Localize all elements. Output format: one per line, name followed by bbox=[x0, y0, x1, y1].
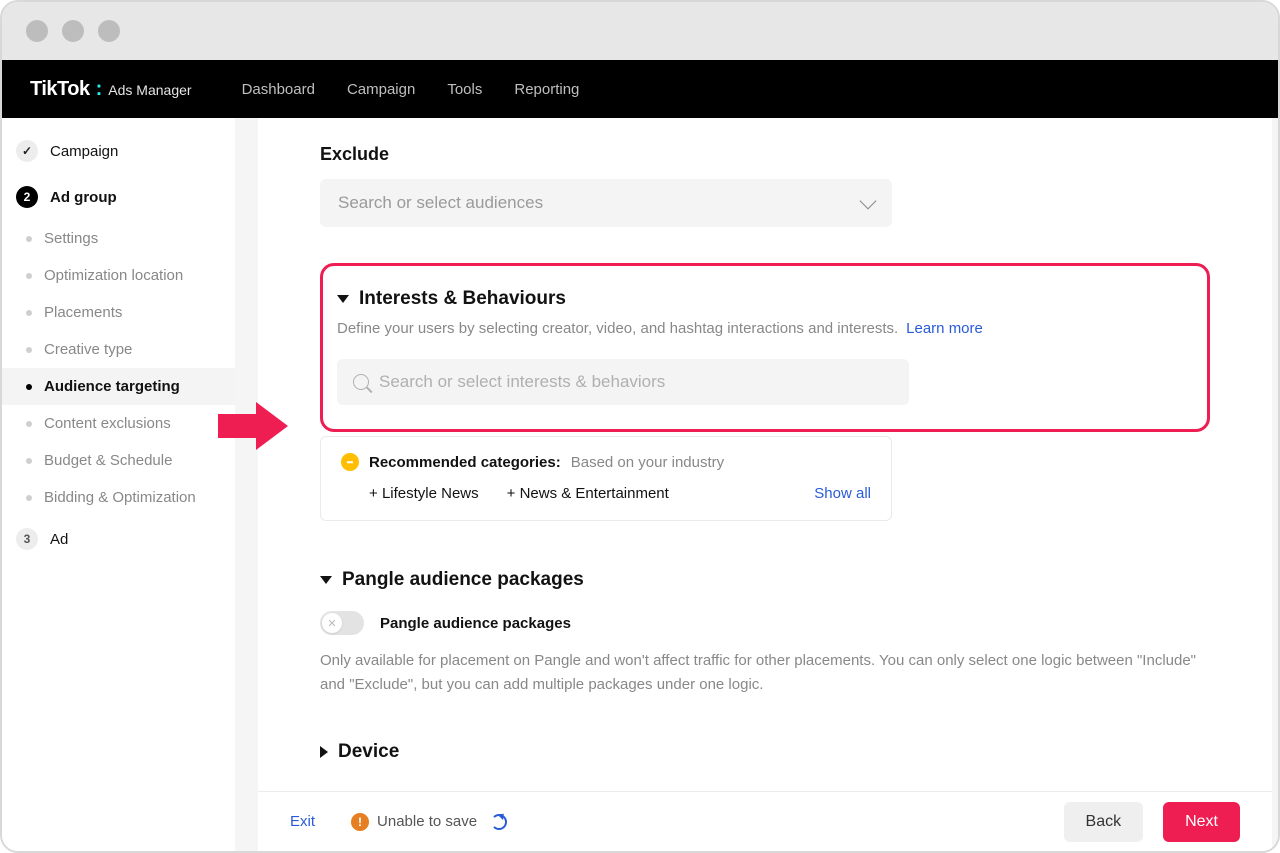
interests-search-input[interactable]: Search or select interests & behaviors bbox=[337, 359, 909, 405]
bullet-icon bbox=[26, 421, 32, 427]
logo-colon-icon: : bbox=[96, 78, 103, 101]
collapse-icon bbox=[337, 295, 349, 303]
nav-reporting[interactable]: Reporting bbox=[514, 81, 579, 98]
step-number-icon: 2 bbox=[16, 186, 38, 208]
sidebar-step-ad[interactable]: 3 Ad bbox=[2, 516, 235, 562]
sidebar-item-budget-schedule[interactable]: Budget & Schedule bbox=[2, 442, 235, 479]
sidebar-item-audience-targeting[interactable]: Audience targeting bbox=[2, 368, 235, 405]
nav-dashboard[interactable]: Dashboard bbox=[242, 81, 315, 98]
interests-hint: Define your users by selecting creator, … bbox=[337, 320, 898, 337]
sidebar-item-creative-type[interactable]: Creative type bbox=[2, 331, 235, 368]
bullet-icon bbox=[26, 310, 32, 316]
pangle-toggle-row: Pangle audience packages bbox=[320, 611, 1210, 635]
content-area: ✓ Campaign 2 Ad group Settings Optimizat… bbox=[2, 118, 1278, 851]
nav-campaign[interactable]: Campaign bbox=[347, 81, 415, 98]
sidebar-item-label: Creative type bbox=[44, 341, 132, 358]
logo[interactable]: TikTok : Ads Manager bbox=[30, 78, 192, 101]
sidebar-item-label: Audience targeting bbox=[44, 378, 180, 395]
sidebar-item-label: Budget & Schedule bbox=[44, 452, 172, 469]
bullet-icon bbox=[26, 273, 32, 279]
pangle-header[interactable]: Pangle audience packages bbox=[320, 569, 1210, 591]
sidebar-item-optimization-location[interactable]: Optimization location bbox=[2, 257, 235, 294]
category-chip-news-entertainment[interactable]: + News & Entertainment bbox=[507, 485, 669, 502]
sidebar-step-label: Campaign bbox=[50, 143, 118, 160]
category-chip-lifestyle-news[interactable]: + Lifestyle News bbox=[369, 485, 479, 502]
footer-bar: Exit ! Unable to save Back Next bbox=[258, 791, 1272, 851]
nav-tools[interactable]: Tools bbox=[447, 81, 482, 98]
status-text: Unable to save bbox=[377, 813, 477, 830]
bullet-icon bbox=[26, 236, 32, 242]
back-button[interactable]: Back bbox=[1064, 802, 1144, 842]
interests-header[interactable]: Interests & Behaviours bbox=[337, 288, 1189, 310]
next-button[interactable]: Next bbox=[1163, 802, 1240, 842]
browser-window: TikTok : Ads Manager Dashboard Campaign … bbox=[0, 0, 1280, 853]
interests-behaviours-section: Interests & Behaviours Define your users… bbox=[320, 263, 1210, 432]
pangle-toggle[interactable] bbox=[320, 611, 364, 635]
expand-icon bbox=[320, 746, 328, 758]
logo-brand: TikTok bbox=[30, 78, 90, 101]
browser-titlebar bbox=[2, 2, 1278, 60]
sidebar-item-bidding-optimization[interactable]: Bidding & Optimization bbox=[2, 479, 235, 516]
sidebar-step-label: Ad bbox=[50, 531, 68, 548]
logo-suffix: Ads Manager bbox=[108, 82, 191, 98]
search-placeholder: Search or select interests & behaviors bbox=[379, 372, 665, 392]
pangle-description: Only available for placement on Pangle a… bbox=[320, 649, 1210, 697]
refresh-icon[interactable] bbox=[491, 814, 507, 830]
lightbulb-icon bbox=[341, 453, 359, 471]
sidebar-item-label: Content exclusions bbox=[44, 415, 171, 432]
recommended-basis: Based on your industry bbox=[571, 454, 724, 471]
bullet-icon bbox=[26, 384, 32, 390]
warning-icon: ! bbox=[351, 813, 369, 831]
section-title: Interests & Behaviours bbox=[359, 288, 566, 310]
sidebar-item-settings[interactable]: Settings bbox=[2, 220, 235, 257]
pangle-toggle-label: Pangle audience packages bbox=[380, 615, 571, 632]
top-nav: TikTok : Ads Manager Dashboard Campaign … bbox=[2, 60, 1278, 118]
bullet-icon bbox=[26, 347, 32, 353]
main-panel: Exclude Search or select audiences Inter… bbox=[258, 118, 1272, 851]
exclude-label: Exclude bbox=[320, 144, 1210, 165]
bullet-icon bbox=[26, 458, 32, 464]
sidebar-item-label: Settings bbox=[44, 230, 98, 247]
sidebar-item-content-exclusions[interactable]: Content exclusions bbox=[2, 405, 235, 442]
sidebar-item-label: Optimization location bbox=[44, 267, 183, 284]
recommended-label: Recommended categories: bbox=[369, 454, 561, 471]
top-nav-items: Dashboard Campaign Tools Reporting bbox=[242, 81, 580, 98]
recommended-categories-card: Recommended categories: Based on your in… bbox=[320, 436, 892, 521]
sidebar-item-placements[interactable]: Placements bbox=[2, 294, 235, 331]
select-placeholder: Search or select audiences bbox=[338, 193, 543, 213]
exclude-audience-select[interactable]: Search or select audiences bbox=[320, 179, 892, 227]
section-title: Device bbox=[338, 741, 399, 763]
step-number-icon: 3 bbox=[16, 528, 38, 550]
sidebar-item-label: Placements bbox=[44, 304, 122, 321]
chevron-down-icon bbox=[860, 193, 877, 210]
device-header[interactable]: Device bbox=[320, 741, 1210, 763]
sidebar-step-adgroup[interactable]: 2 Ad group bbox=[2, 174, 235, 220]
bullet-icon bbox=[26, 495, 32, 501]
show-all-link[interactable]: Show all bbox=[814, 485, 871, 502]
save-status: ! Unable to save bbox=[351, 813, 507, 831]
section-title: Pangle audience packages bbox=[342, 569, 584, 591]
sidebar-step-label: Ad group bbox=[50, 189, 117, 206]
learn-more-link[interactable]: Learn more bbox=[906, 320, 983, 337]
exit-link[interactable]: Exit bbox=[290, 813, 315, 830]
sidebar: ✓ Campaign 2 Ad group Settings Optimizat… bbox=[2, 118, 236, 851]
traffic-light-dot bbox=[98, 20, 120, 42]
traffic-light-dot bbox=[26, 20, 48, 42]
search-icon bbox=[353, 374, 369, 390]
collapse-icon bbox=[320, 576, 332, 584]
check-icon: ✓ bbox=[16, 140, 38, 162]
sidebar-item-label: Bidding & Optimization bbox=[44, 489, 196, 506]
sidebar-step-campaign[interactable]: ✓ Campaign bbox=[2, 128, 235, 174]
traffic-light-dot bbox=[62, 20, 84, 42]
